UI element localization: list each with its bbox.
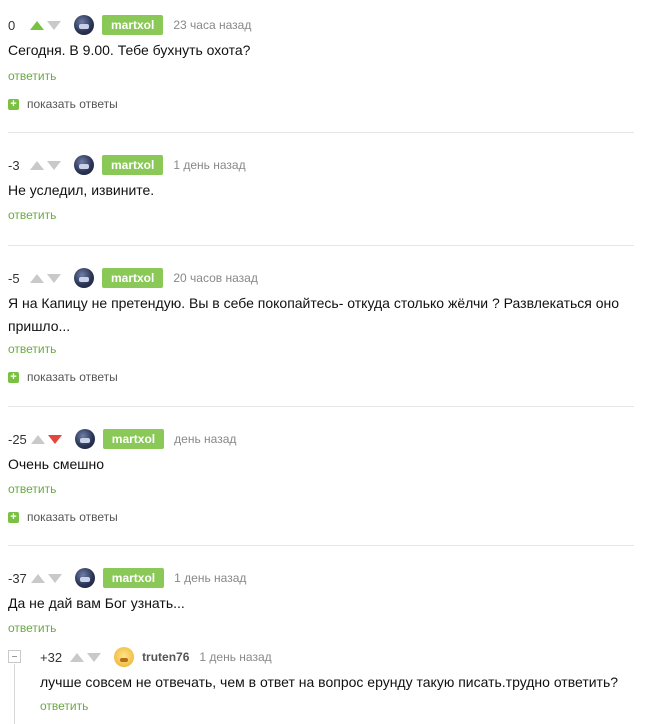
show-replies-button[interactable]: + показать ответы (8, 97, 118, 111)
reply-link[interactable]: ответить (8, 69, 56, 83)
comment-header: +32 truten76 1 день назад (40, 646, 635, 668)
upvote-icon[interactable] (30, 20, 44, 30)
collapse-thread-button[interactable] (8, 650, 21, 663)
show-replies-label: показать ответы (27, 510, 118, 524)
divider (8, 406, 634, 407)
comment-time[interactable]: 1 день назад (199, 650, 271, 664)
comment-header: 0 martxol 23 часа назад (8, 14, 633, 36)
comment-text: Сегодня. В 9.00. Тебе бухнуть охота? (8, 42, 251, 58)
upvote-icon[interactable] (30, 434, 45, 444)
comment-rating: -5 (8, 270, 20, 286)
comment-text-line: Я на Капицу не претендую. Вы в себе поко… (8, 295, 620, 311)
downvote-icon[interactable] (47, 573, 62, 583)
comment-text: Не уследил, извините. (8, 182, 155, 198)
author-badge[interactable]: martxol (102, 155, 164, 175)
reply-link[interactable]: ответить (8, 482, 56, 496)
avatar[interactable] (74, 268, 94, 288)
vote-controls (70, 652, 104, 662)
comment-rating: -25 (8, 431, 27, 447)
comment-header: -37 martxol 1 день назад (8, 567, 633, 589)
comment-rating: 0 (8, 17, 16, 33)
author-badge[interactable]: martxol (102, 568, 165, 588)
divider (8, 132, 634, 133)
author-badge[interactable]: martxol (102, 429, 165, 449)
avatar[interactable] (114, 647, 135, 667)
reply-link[interactable]: ответить (8, 621, 56, 635)
comment-header: -3 martxol 1 день назад (8, 154, 633, 176)
downvote-icon[interactable] (87, 652, 102, 662)
show-replies-label: показать ответы (27, 370, 118, 384)
upvote-icon[interactable] (30, 160, 44, 170)
vote-controls (30, 160, 64, 170)
upvote-icon[interactable] (30, 573, 45, 583)
vote-controls (30, 434, 65, 444)
downvote-icon[interactable] (47, 160, 61, 170)
comment-rating: -3 (8, 157, 20, 173)
reply-link[interactable]: ответить (8, 342, 56, 356)
plus-icon: + (8, 511, 19, 523)
comment-time[interactable]: 1 день назад (173, 158, 245, 172)
vote-controls (30, 573, 65, 583)
avatar[interactable] (74, 429, 95, 449)
comment-time[interactable]: 20 часов назад (173, 271, 257, 285)
vote-controls (30, 273, 64, 283)
reply-link[interactable]: ответить (40, 699, 88, 713)
comment-text: Очень смешно (8, 456, 105, 472)
divider (8, 245, 634, 246)
thread-line (14, 664, 15, 724)
comment-text: Да не дай вам Бог узнать... (8, 595, 185, 611)
upvote-icon[interactable] (70, 652, 85, 662)
downvote-icon[interactable] (47, 20, 61, 30)
comment-time[interactable]: день назад (174, 432, 236, 446)
comment-time[interactable]: 23 часа назад (173, 18, 251, 32)
author-name[interactable]: truten76 (142, 650, 189, 664)
upvote-icon[interactable] (30, 273, 44, 283)
downvote-icon[interactable] (47, 434, 62, 444)
avatar[interactable] (74, 568, 95, 588)
comment-rating: -37 (8, 570, 27, 586)
divider (8, 545, 634, 546)
avatar[interactable] (74, 155, 94, 175)
author-badge[interactable]: martxol (102, 15, 164, 35)
comment-rating: +32 (40, 649, 63, 665)
reply-link[interactable]: ответить (8, 208, 56, 222)
plus-icon: + (8, 98, 19, 110)
plus-icon: + (8, 371, 19, 383)
downvote-icon[interactable] (47, 273, 61, 283)
comment-header: -25 martxol день назад (8, 428, 633, 450)
show-replies-button[interactable]: + показать ответы (8, 370, 118, 384)
show-replies-label: показать ответы (27, 97, 118, 111)
show-replies-button[interactable]: + показать ответы (8, 510, 118, 524)
author-badge[interactable]: martxol (102, 268, 164, 288)
avatar[interactable] (74, 15, 94, 35)
vote-controls (30, 20, 64, 30)
comment-text-line: пришло... (8, 318, 71, 334)
comment-time[interactable]: 1 день назад (174, 571, 246, 585)
comment-header: -5 martxol 20 часов назад (8, 267, 633, 289)
comment-text: лучше совсем не отвечать, чем в ответ на… (40, 674, 619, 690)
